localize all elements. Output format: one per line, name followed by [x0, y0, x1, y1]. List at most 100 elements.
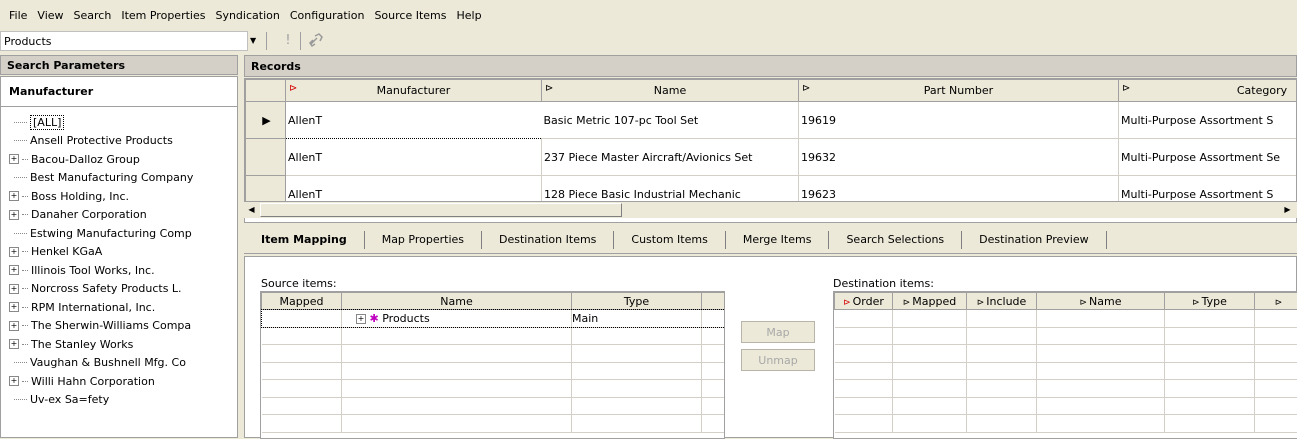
expand-icon[interactable]: +	[9, 302, 19, 312]
tree-item[interactable]: +Bacou-Dalloz Group	[1, 150, 237, 169]
cell-mapped[interactable]	[262, 310, 342, 328]
link-icon[interactable]	[307, 32, 327, 50]
menu-search[interactable]: Search	[69, 9, 117, 22]
table-row	[262, 415, 726, 433]
expand-icon[interactable]: +	[9, 321, 19, 331]
tree-item[interactable]: Uv-ex Sa=fety	[1, 391, 237, 410]
map-button[interactable]: Map	[741, 321, 815, 343]
empty-cell	[1255, 310, 1297, 328]
table-row[interactable]: + ✱ Products Main	[262, 310, 726, 328]
tree-item[interactable]: +Danaher Corporation	[1, 206, 237, 225]
tree-connector	[22, 196, 28, 197]
table-row	[835, 310, 1297, 328]
expand-icon[interactable]: +	[9, 376, 19, 386]
tab-merge-items[interactable]: Merge Items	[726, 231, 830, 249]
menu-source-items[interactable]: Source Items	[369, 9, 451, 22]
tree-item[interactable]: Ansell Protective Products	[1, 132, 237, 151]
expand-icon[interactable]: +	[9, 191, 19, 201]
column-mapped[interactable]: ⊳Mapped	[893, 293, 967, 310]
expand-icon[interactable]: +	[9, 210, 19, 220]
cell-manufacturer[interactable]: AllenT	[286, 139, 542, 176]
column-mapped[interactable]: Mapped	[262, 293, 342, 310]
tree-item-label: The Sherwin-Williams Compa	[31, 319, 191, 332]
catalog-combo[interactable]: Products	[0, 31, 248, 51]
expand-icon[interactable]: +	[9, 247, 19, 257]
cell-part-number[interactable]: 19619	[799, 102, 1119, 139]
column-type[interactable]: ⊳Type	[1165, 293, 1255, 310]
tree-item[interactable]: +Willi Hahn Corporation	[1, 372, 237, 391]
column-include[interactable]: ⊳Include	[967, 293, 1037, 310]
empty-cell	[967, 380, 1037, 398]
empty-cell	[702, 380, 726, 398]
tree-item[interactable]: Vaughan & Bushnell Mfg. Co	[1, 354, 237, 373]
records-horizontal-scrollbar[interactable]: ◀ ▶	[244, 201, 1297, 218]
expand-icon[interactable]: +	[9, 339, 19, 349]
column-extra[interactable]: ⊳	[1255, 293, 1297, 310]
tree-item[interactable]: Estwing Manufacturing Comp	[1, 224, 237, 243]
empty-cell	[893, 397, 967, 415]
column-name[interactable]: Name	[342, 293, 572, 310]
cell-name[interactable]: 237 Piece Master Aircraft/Avionics Set	[542, 139, 799, 176]
tab-item-mapping[interactable]: Item Mapping	[244, 231, 365, 249]
cell-manufacturer[interactable]: AllenT	[286, 102, 542, 139]
cell-type[interactable]: Main	[572, 310, 702, 328]
tree-item-label: Illinois Tool Works, Inc.	[31, 264, 155, 277]
tree-connector	[14, 177, 27, 178]
expand-icon[interactable]: +	[9, 284, 19, 294]
tab-custom-items[interactable]: Custom Items	[614, 231, 725, 249]
expand-icon[interactable]: +	[356, 314, 366, 324]
table-row	[835, 380, 1297, 398]
unmap-button[interactable]: Unmap	[741, 349, 815, 371]
expand-icon[interactable]: +	[9, 265, 19, 275]
empty-cell	[967, 415, 1037, 433]
cell-name[interactable]: + ✱ Products	[342, 310, 572, 328]
expand-icon[interactable]: +	[9, 154, 19, 164]
tab-map-properties[interactable]: Map Properties	[365, 231, 482, 249]
tree-item[interactable]: + The Sherwin-Williams Compa	[1, 317, 237, 336]
tree-item[interactable]: +Norcross Safety Products L.	[1, 280, 237, 299]
column-manufacturer[interactable]: ⊳Manufacturer	[286, 80, 542, 102]
column-category[interactable]: ⊳Category	[1119, 80, 1297, 102]
empty-cell	[262, 327, 342, 345]
cell-category[interactable]: Multi-Purpose Assortment S	[1119, 102, 1297, 139]
empty-cell	[835, 380, 893, 398]
tab-destination-items[interactable]: Destination Items	[482, 231, 614, 249]
exclamation-icon[interactable]: !	[278, 32, 298, 50]
menu-file[interactable]: File	[4, 9, 32, 22]
menu-view[interactable]: View	[32, 9, 68, 22]
sort-icon: ⊳	[545, 83, 553, 94]
column-part-number[interactable]: ⊳Part Number	[799, 80, 1119, 102]
menu-bar: File View Search Item Properties Syndica…	[0, 0, 1297, 30]
scroll-left-icon[interactable]: ◀	[244, 203, 259, 217]
tree-item[interactable]: +The Stanley Works	[1, 335, 237, 354]
menu-configuration[interactable]: Configuration	[285, 9, 370, 22]
table-row[interactable]: AllenT 237 Piece Master Aircraft/Avionic…	[246, 139, 1297, 176]
menu-syndication[interactable]: Syndication	[210, 9, 284, 22]
tree-item[interactable]: +Boss Holding, Inc.	[1, 187, 237, 206]
cell-category[interactable]: Multi-Purpose Assortment Se	[1119, 139, 1297, 176]
tree-item[interactable]: +RPM International, Inc.	[1, 298, 237, 317]
cell-part-number[interactable]: 19632	[799, 139, 1119, 176]
chevron-down-icon[interactable]: ▼	[250, 36, 256, 45]
menu-item-properties[interactable]: Item Properties	[116, 9, 210, 22]
column-type[interactable]: Type	[572, 293, 702, 310]
tab-search-selections[interactable]: Search Selections	[829, 231, 962, 249]
cell-name[interactable]: Basic Metric 107-pc Tool Set	[542, 102, 799, 139]
menu-help[interactable]: Help	[452, 9, 487, 22]
tree-item[interactable]: Best Manufacturing Company	[1, 169, 237, 188]
table-row[interactable]: ▶ AllenT Basic Metric 107-pc Tool Set 19…	[246, 102, 1297, 139]
tree-item[interactable]: [ALL]	[1, 113, 237, 132]
tree-item[interactable]: +Henkel KGaA	[1, 243, 237, 262]
empty-cell	[342, 345, 572, 363]
scroll-thumb[interactable]	[260, 203, 622, 217]
tree-item-label: Ansell Protective Products	[30, 134, 173, 147]
scroll-right-icon[interactable]: ▶	[1280, 203, 1295, 217]
column-name[interactable]: ⊳Name	[542, 80, 799, 102]
empty-cell	[835, 362, 893, 380]
column-order[interactable]: ⊳Order	[835, 293, 893, 310]
empty-cell	[1255, 397, 1297, 415]
column-name[interactable]: ⊳Name	[1037, 293, 1165, 310]
tab-destination-preview[interactable]: Destination Preview	[962, 231, 1106, 249]
empty-cell	[572, 397, 702, 415]
tree-item[interactable]: + Illinois Tool Works, Inc.	[1, 261, 237, 280]
